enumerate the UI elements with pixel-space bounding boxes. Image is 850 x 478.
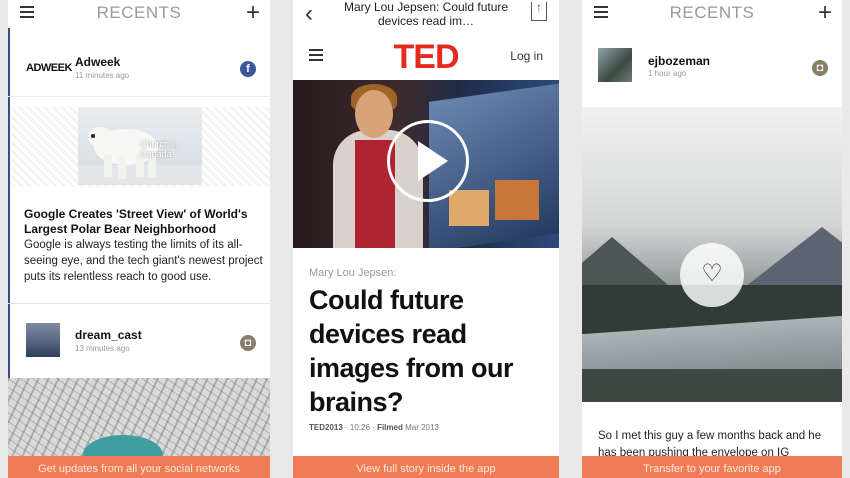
instagram-icon[interactable]: ◘ [812,60,828,76]
page-title: RECENTS [96,3,182,22]
top-bar: RECENTS + [8,0,270,28]
play-button[interactable] [387,120,469,202]
post-time: 13 minutes ago [75,344,130,353]
top-bar: RECENTS + [582,0,842,28]
facebook-icon[interactable]: f [240,61,256,77]
heart-icon: ♡ [701,260,723,287]
video-player[interactable] [293,80,559,248]
bottom-banner[interactable]: Transfer to your favorite app [582,456,842,478]
event-name: TED2013 [309,423,343,432]
avatar[interactable] [26,323,60,357]
filmed-label: Filmed [377,423,403,432]
recents-screen-left: RECENTS + ADWEEK Adweek 11 minutes ago f… [8,0,270,478]
river-bank [582,369,842,402]
stage-screen-image [449,190,489,226]
post-header-ejbozeman[interactable]: ejbozeman 1 hour ago ◘ [582,40,842,96]
speaker-name: Mary Lou Jepsen: [309,267,397,279]
stage-screen-image [495,180,539,220]
post-time: 1 hour ago [648,69,687,78]
ted-article-screen: ‹ Mary Lou Jepsen: Could future devices … [293,0,559,478]
back-chevron-icon[interactable]: ‹ [305,0,313,28]
post-source[interactable]: Adweek [75,55,120,69]
post-header-adweek[interactable]: ADWEEK Adweek 11 minutes ago f [8,40,270,97]
post-user[interactable]: dream_cast [75,328,142,342]
article-summary: Google is always testing the limits of i… [24,239,263,283]
like-button[interactable]: ♡ [680,243,744,307]
avatar[interactable] [598,48,632,82]
bottom-banner[interactable]: View full story inside the app [293,456,559,478]
article-headline[interactable]: Google Creates 'Street View' of World's … [24,207,264,237]
divider [8,303,270,304]
duration: · 10:26 · [345,423,375,432]
plus-icon[interactable]: + [246,1,260,25]
filmed-date: Mar 2013 [405,423,439,432]
share-icon[interactable] [531,2,547,21]
post-header-dream-cast[interactable]: dream_cast 13 minutes ago ◘ [8,314,270,370]
nav-title: Mary Lou Jepsen: Could future devices re… [343,0,509,28]
instagram-icon[interactable]: ◘ [240,335,256,351]
image-caption: Churchill, Canada [140,139,178,159]
post-time: 11 minutes ago [75,71,130,80]
bottom-banner[interactable]: Get updates from all your social network… [8,456,270,478]
page-title: RECENTS [669,3,755,22]
post-user[interactable]: ejbozeman [648,54,710,68]
plus-icon[interactable]: + [818,1,832,25]
mountain-lake-photo[interactable]: ♡ [582,107,842,402]
recents-screen-right: RECENTS + ejbozeman 1 hour ago ◘ ♡ So I … [582,0,842,478]
adweek-logo: ADWEEK [26,62,72,74]
talk-title[interactable]: Could future devices read images from ou… [309,283,549,419]
talk-meta: TED2013 · 10:26 · Filmed Mar 2013 [309,423,439,432]
play-icon [418,141,448,181]
polar-bear-image[interactable]: Churchill, Canada [78,107,202,185]
speaker-face [355,90,393,138]
login-link[interactable]: Log in [510,49,543,63]
